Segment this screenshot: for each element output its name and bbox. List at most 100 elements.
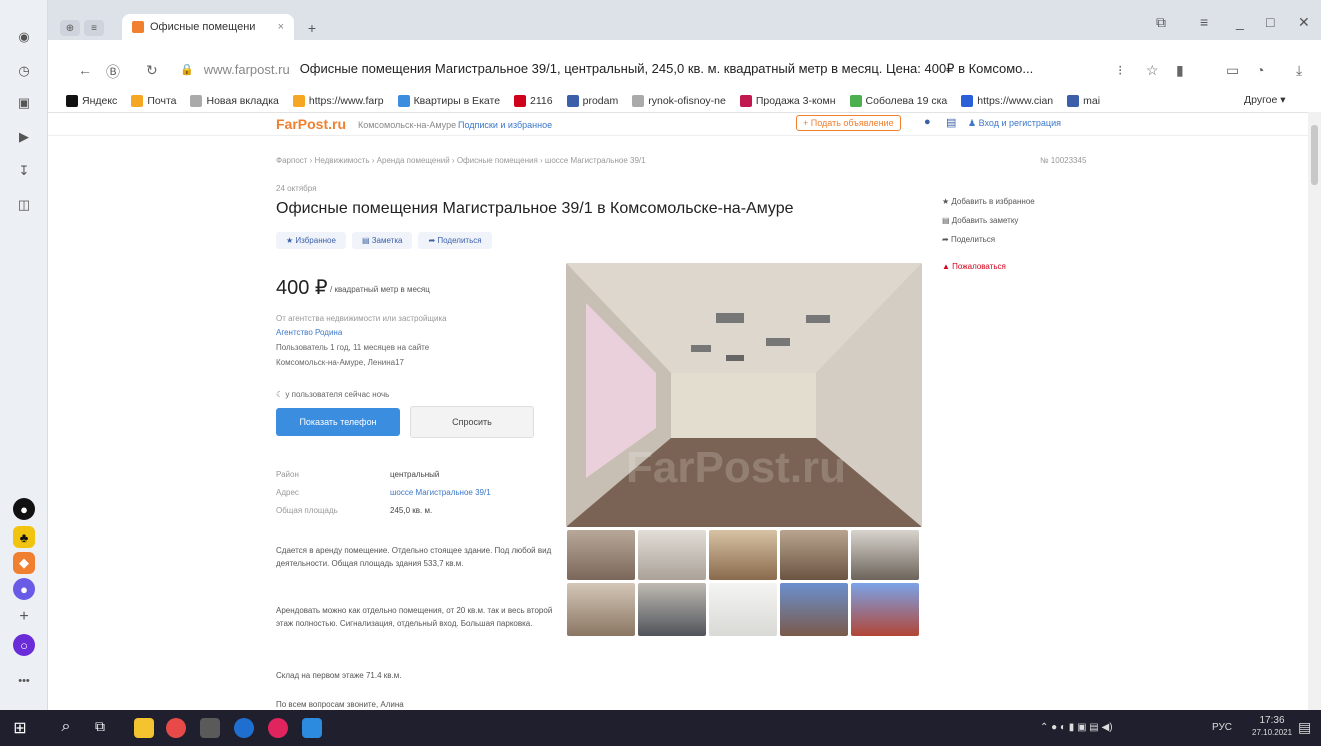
messages-icon[interactable]: ▤ <box>946 116 956 129</box>
extensions-icon[interactable]: ◔ <box>1256 62 1264 78</box>
seller-since: Пользователь 1 год, 11 месяцев на сайте <box>276 343 430 352</box>
battery-icon[interactable]: ▭ <box>1226 62 1239 79</box>
more-icon[interactable]: ••• <box>13 670 35 692</box>
app-icon[interactable] <box>200 718 220 738</box>
tab-active[interactable]: Офисные помещени × <box>122 14 294 40</box>
collections-icon[interactable]: ⧉ <box>1156 14 1166 31</box>
site-favicon-icon <box>132 21 144 33</box>
bookmark-item[interactable]: https://www.farp <box>292 95 384 107</box>
report-link[interactable]: ▲ Пожаловаться <box>942 262 1006 271</box>
menu-icon[interactable]: ≡ <box>1200 14 1208 30</box>
profile-icon[interactable]: ◉ <box>13 26 35 48</box>
photo-thumbnail[interactable] <box>780 530 848 580</box>
alice-icon[interactable]: ○ <box>13 634 35 656</box>
history-icon[interactable]: ◷ <box>13 60 35 82</box>
app-icon[interactable]: ● <box>13 578 35 600</box>
add-icon[interactable]: + <box>13 606 35 628</box>
minimize-icon[interactable]: _ <box>1236 14 1244 30</box>
bookmark-item[interactable]: Квартиры в Екате <box>397 95 500 107</box>
collections-icon[interactable]: ▣ <box>13 92 35 114</box>
ad-date: 24 октября <box>276 184 317 193</box>
bookmark-favicon-icon <box>632 95 645 107</box>
bookmark-item[interactable]: Новая вкладка <box>190 95 279 107</box>
app-icon[interactable] <box>302 718 322 738</box>
bookmarks-other[interactable]: Другое ▾ <box>1244 94 1286 106</box>
bookmark-item[interactable]: Почта <box>131 95 176 107</box>
language-indicator[interactable]: РУС <box>1212 722 1232 733</box>
photo-thumbnail[interactable] <box>567 530 635 580</box>
close-icon[interactable]: × <box>278 21 284 33</box>
seller-name[interactable]: Агентство Родина <box>276 328 342 337</box>
bookmark-add-icon[interactable]: ☆ <box>1146 62 1159 79</box>
description-2: Арендовать можно как отдельно помещения,… <box>276 606 553 628</box>
bookmark-icon[interactable]: ▮ <box>1176 62 1184 79</box>
bookmark-item[interactable]: https://www.cian <box>961 95 1053 107</box>
new-tab-button[interactable]: + <box>302 20 322 36</box>
tab-actions-icon[interactable]: ⊕ <box>60 20 80 36</box>
tab-list-icon[interactable]: ≡ <box>84 20 104 36</box>
sidebar-action[interactable]: ▤ Добавить заметку <box>942 211 1035 230</box>
tab-bar: ⊕ ≡ Офисные помещени × + ⧉ ≡ _ □ ✕ <box>48 0 1321 40</box>
action-button[interactable]: ▤ Заметка <box>351 232 413 249</box>
search-icon[interactable]: ⌕ <box>56 718 76 738</box>
photo-thumbnail[interactable] <box>709 530 777 580</box>
play-icon[interactable]: ▶ <box>13 126 35 148</box>
opera-icon[interactable] <box>268 718 288 738</box>
action-button[interactable]: ➦ Поделиться <box>418 232 492 249</box>
app-icon[interactable]: ◆ <box>13 552 35 574</box>
bookmark-item[interactable]: Продажа 3-комн <box>739 95 836 107</box>
panel-icon[interactable]: ◫ <box>13 194 35 216</box>
scrollbar-thumb[interactable] <box>1311 125 1318 185</box>
sidebar-actions: ★ Добавить в избранное ▤ Добавить заметку… <box>942 192 1035 249</box>
download-icon[interactable]: ⤓ <box>1296 62 1302 79</box>
close-window-icon[interactable]: ✕ <box>1298 14 1310 31</box>
task-view-icon[interactable]: ⧉ <box>90 718 110 738</box>
maximize-icon[interactable]: □ <box>1266 14 1274 30</box>
reader-icon[interactable]: ⁝ <box>1118 62 1122 79</box>
clock[interactable]: 17:36 27.10.2021 <box>1252 715 1292 739</box>
post-ad-button[interactable]: + Подать объявление <box>796 115 901 131</box>
photo-thumbnail[interactable] <box>709 583 777 636</box>
help-icon[interactable]: ● <box>924 116 931 128</box>
photo-thumbnail[interactable] <box>780 583 848 636</box>
tray-icons[interactable]: ⌃ ● ◐ ▮ ▣ ▤ ◀) <box>1040 722 1113 733</box>
yandex-b-icon[interactable]: Ⓑ <box>106 62 120 82</box>
app-icon[interactable]: ♣ <box>13 526 35 548</box>
app-icon[interactable]: ● <box>13 498 35 520</box>
bookmark-item[interactable]: 2116 <box>514 95 553 107</box>
url-field[interactable]: 🔒 www.farpost.ru Офисные помещения Магис… <box>180 58 1100 80</box>
site-logo[interactable]: FarPost.ru <box>276 116 346 132</box>
show-phone-button[interactable]: Показать телефон <box>276 408 400 436</box>
prop-value[interactable]: шоссе Магистральное 39/1 <box>390 484 491 502</box>
main-photo[interactable]: FarPost.ru <box>566 263 922 527</box>
download-icon[interactable]: ↧ <box>13 160 35 182</box>
photo-thumbnail[interactable] <box>638 583 706 636</box>
back-icon[interactable]: ← <box>78 62 92 78</box>
sidebar-action[interactable]: ★ Добавить в избранное <box>942 192 1035 211</box>
windows-start-icon[interactable]: ⊞ <box>10 718 30 738</box>
bookmark-item[interactable]: mai <box>1067 95 1100 107</box>
photo-thumbnail[interactable] <box>567 583 635 636</box>
action-button[interactable]: ★ Избранное <box>276 232 346 249</box>
notifications-icon[interactable]: ▤ <box>1298 719 1311 736</box>
favorites-link[interactable]: Подписки и избранное <box>458 120 552 130</box>
scrollbar[interactable] <box>1308 112 1321 710</box>
explorer-icon[interactable] <box>134 718 154 738</box>
bookmark-item[interactable]: Соболева 19 ска <box>849 95 947 107</box>
bookmark-item[interactable]: rynok-ofisnoy-ne <box>632 95 726 107</box>
bookmark-item[interactable]: Яндекс <box>66 95 117 107</box>
reload-icon[interactable]: ↻ <box>146 62 158 79</box>
edge-icon[interactable] <box>234 718 254 738</box>
login-link[interactable]: ♟ Вход и регистрация <box>968 118 1061 129</box>
photo-thumbnail[interactable] <box>851 530 919 580</box>
sidebar-action[interactable]: ➦ Поделиться <box>942 230 1035 249</box>
site-city[interactable]: Комсомольск-на-Амуре <box>358 120 456 130</box>
bookmark-item[interactable]: prodam <box>566 95 618 107</box>
breadcrumb[interactable]: Фарпост › Недвижимость › Аренда помещени… <box>276 156 646 165</box>
photo-thumbnail[interactable] <box>638 530 706 580</box>
yandex-browser-icon[interactable] <box>166 718 186 738</box>
photo-thumbnail[interactable] <box>851 583 919 636</box>
user-icon: ♟ <box>968 118 977 128</box>
ask-button[interactable]: Спросить <box>410 406 534 438</box>
bookmark-favicon-icon <box>566 95 579 107</box>
